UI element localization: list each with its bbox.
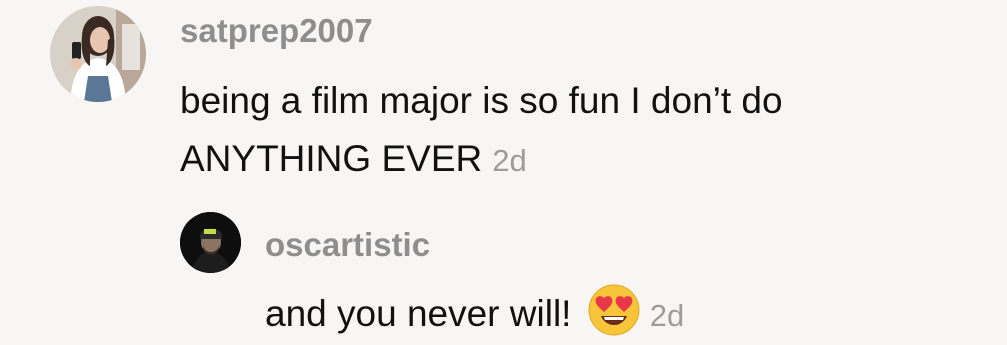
- comment-text-line: being a film major is so fun I don’t do: [180, 80, 783, 121]
- comment-text: and you never will! 2d: [265, 284, 684, 345]
- comment-age: 2d: [649, 298, 685, 333]
- username[interactable]: oscartistic: [265, 226, 430, 264]
- user-photo: [180, 212, 241, 273]
- comment-text-line-content: ANYTHING EVER: [180, 138, 483, 179]
- comment-text-line-2: ANYTHING EVER 2d: [180, 130, 783, 190]
- comment-text: being a film major is so fun I don’t do …: [180, 72, 783, 190]
- avatar[interactable]: [50, 6, 146, 102]
- comment-text-line: and you never will!: [265, 293, 572, 334]
- comment: satprep2007 being a film major is so fun…: [50, 4, 980, 194]
- heart-eyes-emoji-icon: [588, 284, 640, 336]
- comment-age: 2d: [492, 143, 527, 178]
- avatar[interactable]: [180, 212, 241, 273]
- user-photo: [50, 6, 146, 102]
- reply-comment: oscartistic and you never will! 2d: [180, 212, 980, 336]
- username[interactable]: satprep2007: [180, 12, 373, 50]
